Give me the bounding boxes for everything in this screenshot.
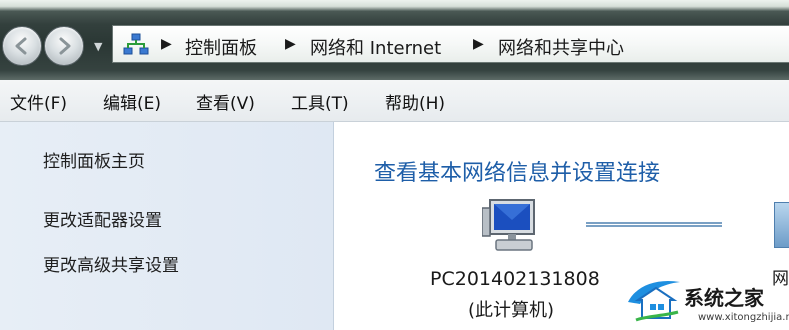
breadcrumb-network-sharing-center[interactable]: 网络和共享中心 [498, 34, 624, 60]
watermark-text: 系统之家 [684, 286, 764, 310]
house-logo-icon [628, 280, 680, 322]
computer-icon[interactable] [482, 196, 544, 256]
back-button[interactable] [2, 26, 42, 66]
menu-view[interactable]: 查看(V) [196, 89, 255, 114]
watermark: 系统之家 www.xitongzhijia.net [618, 268, 789, 330]
breadcrumb-network-internet[interactable]: 网络和 Internet [310, 34, 441, 60]
address-bar[interactable]: ▶ 控制面板 ▶ 网络和 Internet ▶ 网络和共享中心 [112, 25, 789, 63]
computer-name: PC201402131808 [430, 268, 600, 290]
network-connection-line [586, 222, 722, 227]
sidebar-link-change-advanced-sharing[interactable]: 更改高级共享设置 [43, 251, 179, 276]
sidebar: 控制面板主页 更改适配器设置 更改高级共享设置 [0, 122, 334, 330]
forward-button[interactable] [44, 26, 84, 66]
back-arrow-icon [15, 37, 27, 55]
breadcrumb-separator-icon[interactable]: ▶ [161, 36, 172, 52]
network-icon[interactable] [774, 202, 789, 248]
sidebar-link-change-adapter-settings[interactable]: 更改适配器设置 [43, 206, 162, 231]
breadcrumb-separator-icon[interactable]: ▶ [285, 36, 296, 52]
menu-bar: 文件(F) 编辑(E) 查看(V) 工具(T) 帮助(H) [0, 80, 789, 122]
page-title: 查看基本网络信息并设置连接 [374, 161, 661, 186]
menu-edit[interactable]: 编辑(E) [103, 89, 161, 114]
recent-pages-dropdown-icon[interactable]: ▼ [94, 40, 102, 53]
window-title-bar: ▼ ▶ 控制面板 ▶ 网络和 Internet ▶ 网络和共享中心 [0, 0, 789, 80]
computer-subtitle: (此计算机) [468, 300, 555, 321]
network-location-icon [123, 33, 149, 55]
breadcrumb-separator-icon[interactable]: ▶ [473, 36, 484, 52]
menu-help[interactable]: 帮助(H) [385, 89, 445, 114]
breadcrumb-control-panel[interactable]: 控制面板 [185, 34, 257, 60]
menu-file[interactable]: 文件(F) [10, 89, 67, 114]
menu-tools[interactable]: 工具(T) [291, 89, 349, 114]
sidebar-link-control-panel-home[interactable]: 控制面板主页 [43, 147, 145, 172]
watermark-url: www.xitongzhijia.net [698, 312, 789, 323]
forward-arrow-icon [59, 37, 71, 55]
